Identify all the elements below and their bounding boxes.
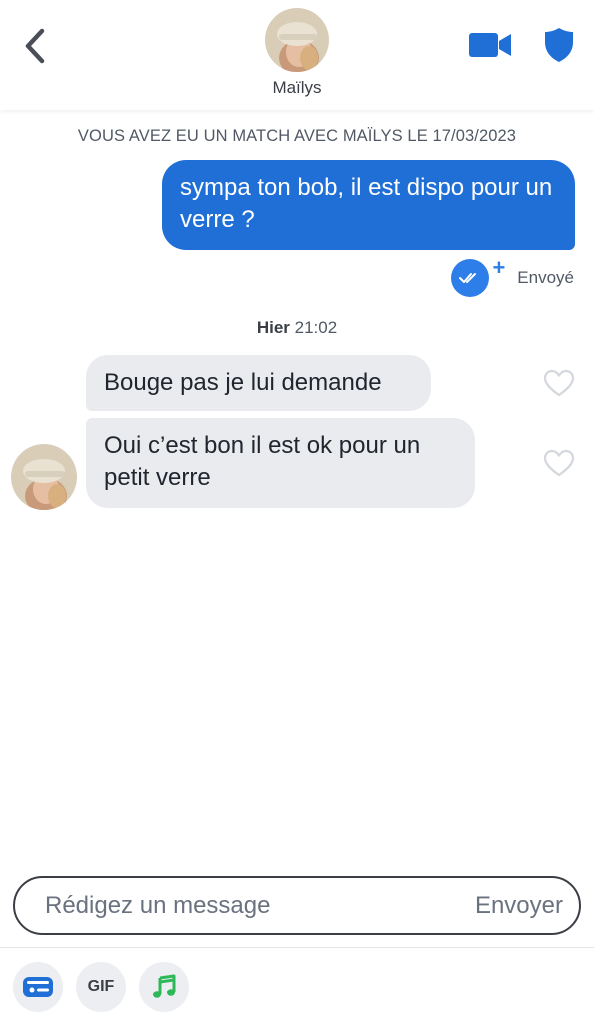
chevron-left-icon: [25, 28, 45, 64]
contact-card-icon: [23, 977, 53, 997]
message-status: + Envoyé: [451, 255, 574, 298]
double-check-icon: [459, 273, 477, 283]
gif-icon: GIF: [87, 978, 115, 995]
video-call-button[interactable]: [466, 26, 514, 64]
heart-icon: [543, 369, 575, 397]
contact-card-button[interactable]: [13, 962, 63, 1012]
chat-header: Maïlys: [0, 0, 594, 110]
sender-avatar[interactable]: [11, 444, 77, 510]
status-text: Envoyé: [517, 268, 574, 287]
music-note-icon: [153, 974, 176, 998]
send-button[interactable]: Envoyer: [475, 890, 563, 922]
outgoing-message[interactable]: sympa ton bob, il est dispo pour un verr…: [162, 160, 575, 250]
music-button[interactable]: [139, 962, 189, 1012]
message-composer: Envoyer: [13, 876, 581, 935]
incoming-message[interactable]: Bouge pas je lui demande: [86, 355, 431, 411]
safety-button[interactable]: [538, 24, 580, 66]
contact-name[interactable]: Maïlys: [0, 78, 594, 98]
avatar[interactable]: [265, 8, 329, 72]
heart-icon: [543, 449, 575, 477]
video-camera-icon: [469, 33, 511, 57]
day-label: Hier: [256, 318, 290, 337]
like-button[interactable]: [542, 447, 576, 479]
shield-icon: [545, 28, 573, 62]
plus-icon: +: [492, 255, 506, 280]
back-button[interactable]: [18, 24, 52, 68]
gif-button[interactable]: GIF: [76, 962, 126, 1012]
message-input[interactable]: [45, 890, 445, 922]
day-separator: Hier 21:02: [0, 318, 594, 338]
incoming-message[interactable]: Oui c’est bon il est ok pour un petit ve…: [86, 418, 475, 508]
match-info: VOUS AVEZ EU UN MATCH AVEC MAÏLYS LE 17/…: [77, 127, 517, 145]
divider: [0, 947, 594, 948]
read-receipt-badge: +: [451, 255, 505, 297]
like-button[interactable]: [542, 367, 576, 399]
time-label: 21:02: [294, 318, 338, 337]
